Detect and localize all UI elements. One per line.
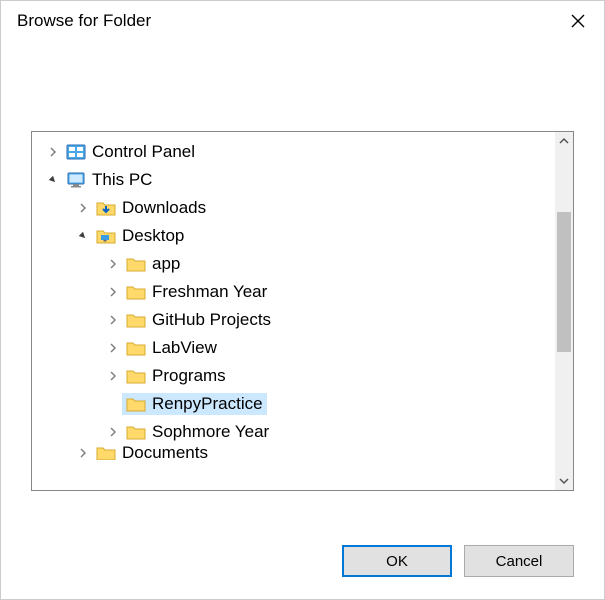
tree-item-label: Desktop xyxy=(122,226,184,246)
expand-arrow-icon[interactable] xyxy=(74,446,92,460)
tree-item-label: GitHub Projects xyxy=(152,310,271,330)
collapse-arrow-icon[interactable] xyxy=(74,227,92,245)
tree-item-label: Programs xyxy=(152,366,226,386)
collapse-arrow-icon[interactable] xyxy=(44,171,62,189)
downloads-icon xyxy=(96,198,116,218)
folder-icon xyxy=(126,254,146,274)
tree-item[interactable]: Sophmore Year xyxy=(32,418,573,446)
tree-item-label: Downloads xyxy=(122,198,206,218)
scroll-down-button[interactable] xyxy=(555,472,573,490)
tree-item[interactable]: RenpyPractice xyxy=(32,390,573,418)
close-button[interactable] xyxy=(555,5,600,37)
scroll-thumb[interactable] xyxy=(557,212,571,352)
expand-arrow-icon[interactable] xyxy=(104,283,122,301)
close-icon xyxy=(571,14,585,28)
folder-tree[interactable]: Control Panel This PC Downloads Desktop app F… xyxy=(32,132,573,490)
tree-item-label: app xyxy=(152,254,180,274)
expand-arrow-icon[interactable] xyxy=(74,199,92,217)
browse-folder-dialog: Browse for Folder Control Panel This PC Do… xyxy=(0,0,605,600)
expand-arrow-icon xyxy=(104,395,122,413)
control-panel-icon xyxy=(66,142,86,162)
folder-tree-container: Control Panel This PC Downloads Desktop app F… xyxy=(31,131,574,491)
tree-item-label: This PC xyxy=(92,170,152,190)
tree-item-label: Sophmore Year xyxy=(152,422,269,442)
tree-item[interactable]: Desktop xyxy=(32,222,573,250)
tree-item[interactable]: Downloads xyxy=(32,194,573,222)
tree-item[interactable]: GitHub Projects xyxy=(32,306,573,334)
expand-arrow-icon[interactable] xyxy=(44,143,62,161)
tree-item-label: Control Panel xyxy=(92,142,195,162)
tree-item[interactable]: app xyxy=(32,250,573,278)
tree-item[interactable]: Control Panel xyxy=(32,138,573,166)
tree-item[interactable]: Programs xyxy=(32,362,573,390)
vertical-scrollbar[interactable] xyxy=(555,132,573,490)
tree-item[interactable]: This PC xyxy=(32,166,573,194)
folder-icon xyxy=(126,310,146,330)
scroll-up-button[interactable] xyxy=(555,132,573,150)
tree-item[interactable]: Documents xyxy=(32,446,573,460)
tree-item[interactable]: LabView xyxy=(32,334,573,362)
expand-arrow-icon[interactable] xyxy=(104,311,122,329)
tree-item-label: RenpyPractice xyxy=(152,394,263,414)
titlebar: Browse for Folder xyxy=(1,1,604,41)
this-pc-icon xyxy=(66,170,86,190)
folder-icon xyxy=(126,338,146,358)
tree-item-label: Freshman Year xyxy=(152,282,267,302)
desktop-icon xyxy=(96,226,116,246)
folder-icon xyxy=(126,394,146,414)
dialog-title: Browse for Folder xyxy=(17,11,151,31)
dialog-button-row: OK Cancel xyxy=(342,545,574,577)
chevron-down-icon xyxy=(559,476,569,486)
tree-item-label: LabView xyxy=(152,338,217,358)
folder-icon xyxy=(126,282,146,302)
expand-arrow-icon[interactable] xyxy=(104,423,122,441)
folder-icon xyxy=(96,446,116,460)
expand-arrow-icon[interactable] xyxy=(104,339,122,357)
expand-arrow-icon[interactable] xyxy=(104,367,122,385)
ok-button[interactable]: OK xyxy=(342,545,452,577)
folder-icon xyxy=(126,422,146,442)
expand-arrow-icon[interactable] xyxy=(104,255,122,273)
cancel-button[interactable]: Cancel xyxy=(464,545,574,577)
chevron-up-icon xyxy=(559,136,569,146)
tree-item-label: Documents xyxy=(122,446,208,460)
tree-item[interactable]: Freshman Year xyxy=(32,278,573,306)
folder-icon xyxy=(126,366,146,386)
